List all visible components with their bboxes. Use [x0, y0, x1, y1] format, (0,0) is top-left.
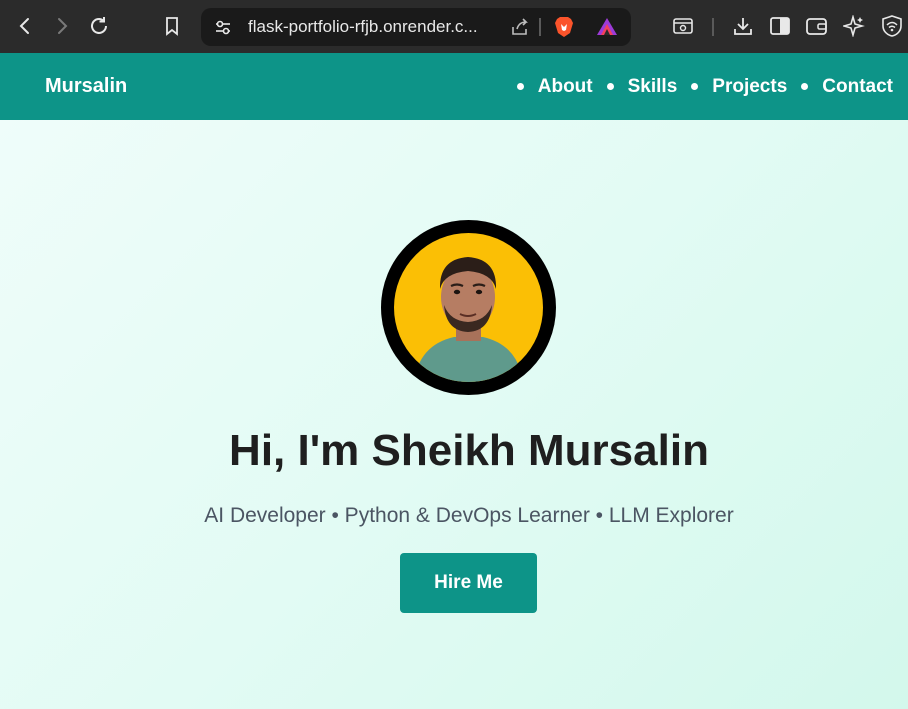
- hero-subtitle: AI Developer • Python & DevOps Learner •…: [204, 504, 734, 527]
- nav-link-label[interactable]: Skills: [628, 76, 678, 98]
- nav-link-about[interactable]: About: [516, 76, 593, 98]
- hero-section: Hi, I'm Sheikh Mursalin AI Developer • P…: [0, 120, 908, 709]
- bullet-icon: [691, 83, 699, 90]
- nav-menu: About Skills Projects Contact: [503, 53, 893, 120]
- hire-me-button[interactable]: Hire Me: [400, 553, 537, 613]
- hero-title: Hi, I'm Sheikh Mursalin: [229, 426, 709, 475]
- bullet-icon: [516, 83, 524, 90]
- share-icon[interactable]: [506, 13, 534, 41]
- toolbar-divider: [712, 18, 714, 36]
- site-settings-icon[interactable]: [209, 13, 237, 41]
- back-icon[interactable]: [11, 12, 39, 40]
- forward-icon[interactable]: [48, 12, 76, 40]
- bullet-icon: [801, 83, 809, 90]
- url-text[interactable]: flask-portfolio-rfjb.onrender.c...: [248, 8, 478, 46]
- bookmark-icon[interactable]: [158, 12, 186, 40]
- downloads-icon[interactable]: [729, 12, 757, 40]
- nav-link-label[interactable]: Projects: [712, 76, 787, 98]
- nav-link-label[interactable]: Contact: [822, 76, 893, 98]
- profile-photo: [394, 233, 543, 382]
- bullet-icon: [606, 83, 614, 90]
- brave-shields-icon[interactable]: [550, 13, 578, 41]
- site-brand[interactable]: Mursalin: [45, 53, 127, 120]
- address-bar[interactable]: flask-portfolio-rfjb.onrender.c...: [201, 8, 631, 46]
- vpn-icon[interactable]: [878, 12, 906, 40]
- urlbar-divider: [539, 18, 541, 36]
- wallet-icon[interactable]: [803, 12, 831, 40]
- browser-toolbar: flask-portfolio-rfjb.onrender.c...: [0, 0, 908, 53]
- nav-link-contact[interactable]: Contact: [801, 76, 893, 98]
- nav-link-label[interactable]: About: [538, 76, 593, 98]
- site-navbar: Mursalin About Skills Projects Contact: [0, 53, 908, 120]
- sidebar-icon[interactable]: [766, 12, 794, 40]
- profile-avatar: [381, 220, 556, 395]
- leo-ai-icon[interactable]: [840, 12, 868, 40]
- brave-rewards-icon[interactable]: [593, 13, 621, 41]
- reload-icon[interactable]: [85, 12, 113, 40]
- reader-mode-icon[interactable]: [669, 12, 697, 40]
- nav-link-projects[interactable]: Projects: [691, 76, 787, 98]
- nav-link-skills[interactable]: Skills: [606, 76, 678, 98]
